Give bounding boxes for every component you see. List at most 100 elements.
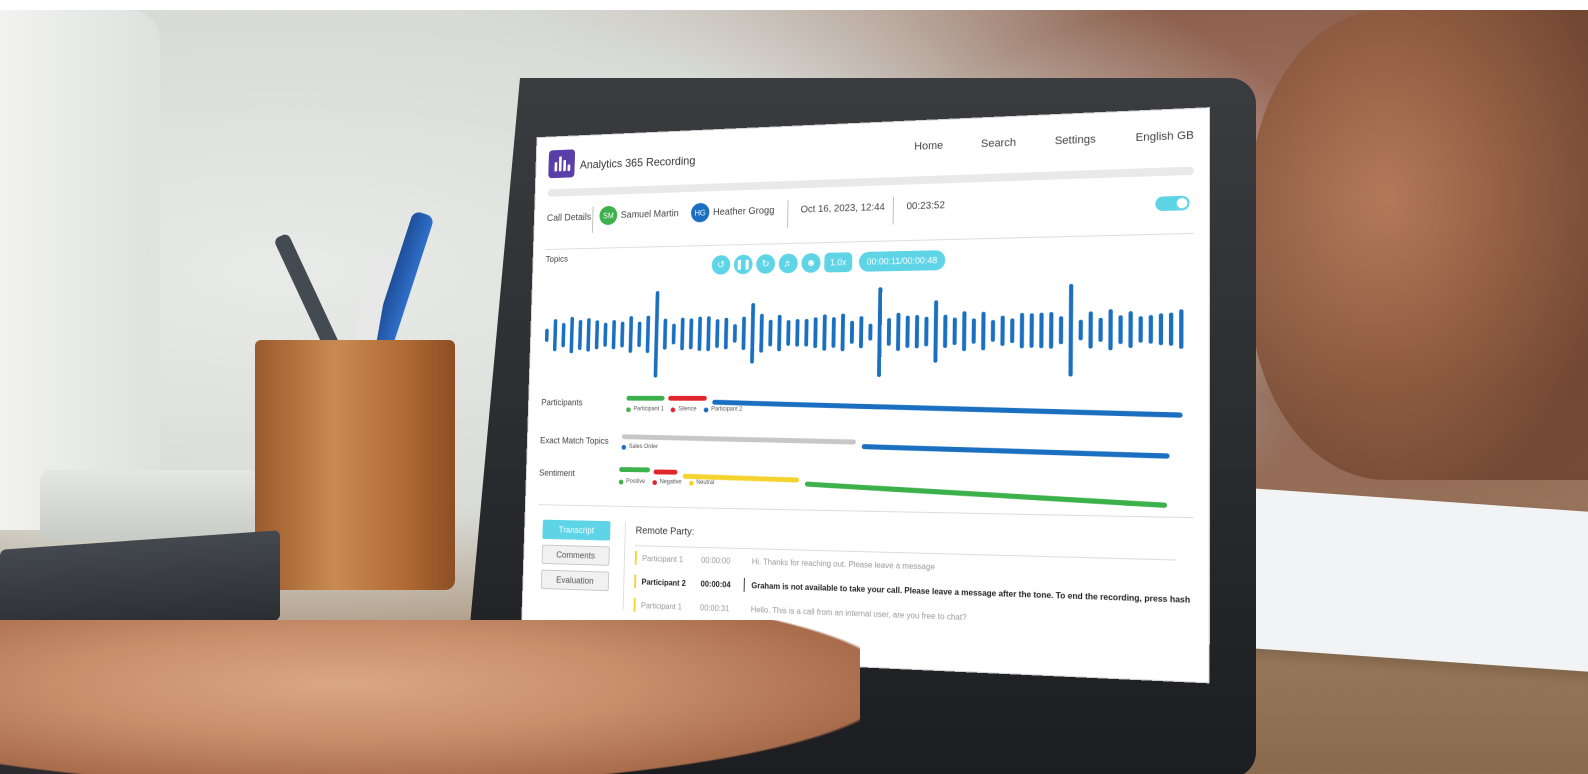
exact-match-legend: Sales Order xyxy=(621,444,658,450)
waveform-bar xyxy=(723,317,729,350)
divider xyxy=(622,521,626,610)
speaker-marker xyxy=(634,550,637,565)
waveform-bar xyxy=(858,316,864,349)
waveform-bar xyxy=(1158,313,1164,346)
timestamp[interactable]: 00:00:31 xyxy=(700,603,729,613)
divider xyxy=(538,504,1194,519)
track-segment[interactable] xyxy=(653,469,678,475)
divider xyxy=(787,200,789,228)
waveform-bar xyxy=(1049,312,1054,349)
waveform-bar xyxy=(671,323,676,345)
legend-item: Participant 2 xyxy=(703,407,742,413)
waveform-bar xyxy=(971,318,976,344)
add-participant-icon[interactable]: ☻ xyxy=(801,252,821,273)
timestamp[interactable]: 00:00:04 xyxy=(700,580,730,590)
exact-match-topics-label: Exact Match Topics xyxy=(539,435,609,446)
waveform-bar xyxy=(924,316,929,347)
legend-item: Participant 1 xyxy=(626,406,664,412)
participant-name: Samuel Martin xyxy=(620,208,679,221)
background-person xyxy=(1250,10,1588,480)
avatar: HG xyxy=(690,202,710,223)
waveform-bar xyxy=(1108,309,1113,351)
divider xyxy=(591,206,594,233)
waveform-bar xyxy=(637,321,642,348)
top-margin xyxy=(0,0,1588,10)
waveform-bar xyxy=(732,324,737,343)
waveform-bar xyxy=(886,318,892,346)
waveform-bar xyxy=(1138,316,1143,343)
legend-item: Negative xyxy=(652,479,682,486)
legend-item: Sales Order xyxy=(621,444,658,450)
waveform-bar xyxy=(645,315,651,354)
waveform-bar xyxy=(813,317,818,349)
waveform-bar xyxy=(552,319,558,352)
top-nav: Home Search Settings English GB xyxy=(914,129,1194,152)
waveform-bar xyxy=(867,323,872,341)
waveform-bar xyxy=(611,319,617,350)
track-segment[interactable] xyxy=(668,395,707,401)
waveform-bar xyxy=(831,317,836,348)
track-segment[interactable] xyxy=(626,395,665,401)
pause-icon[interactable]: ❚❚ xyxy=(733,254,753,275)
track-segment[interactable] xyxy=(804,481,1168,509)
waveform-bar xyxy=(662,318,668,350)
track-segment[interactable] xyxy=(619,467,651,473)
call-duration: 00:23:52 xyxy=(906,200,945,213)
waveform-bar xyxy=(603,322,608,347)
transcript-heading: Remote Party: xyxy=(635,525,695,538)
waveform-bar xyxy=(952,317,957,346)
audio-waveform[interactable] xyxy=(538,274,1200,390)
divider xyxy=(892,196,894,225)
rewind-icon[interactable]: ↺ xyxy=(711,255,731,275)
transcript-tabs: Transcript Comments Evaluation xyxy=(540,519,611,592)
background-papers xyxy=(1240,487,1588,673)
legend-item: Positive xyxy=(618,479,645,485)
waveform-bar xyxy=(895,312,901,352)
waveform-bar xyxy=(804,318,809,347)
playback-speed-button[interactable]: 1.0x xyxy=(824,252,853,273)
utterance: Graham is not available to take your cal… xyxy=(751,581,1191,605)
details-toggle[interactable] xyxy=(1155,195,1190,212)
call-details-label: Call Details xyxy=(546,212,592,224)
nav-settings[interactable]: Settings xyxy=(1055,133,1096,147)
legend-item: Neutral xyxy=(688,480,714,486)
avatar: SM xyxy=(599,205,618,226)
waveform-bar xyxy=(933,300,939,363)
forward-icon[interactable]: ↻ xyxy=(756,254,776,274)
waveform-bar xyxy=(688,318,694,350)
topics-label: Topics xyxy=(545,254,569,264)
speaker: Participant 1 xyxy=(642,554,684,565)
waveform-bar xyxy=(1019,312,1025,349)
tab-transcript[interactable]: Transcript xyxy=(542,519,611,541)
waveform-bar xyxy=(569,316,575,354)
waveform-bar xyxy=(697,316,703,352)
participants-legend: Participant 1 Silence Participant 2 xyxy=(626,406,742,413)
tab-comments[interactable]: Comments xyxy=(541,544,610,566)
tab-evaluation[interactable]: Evaluation xyxy=(540,569,610,592)
waveform-bar xyxy=(1029,313,1034,348)
volume-icon[interactable]: ♬ xyxy=(778,253,798,274)
legend-item: Silence xyxy=(670,407,696,412)
waveform-bar xyxy=(1039,312,1044,349)
nav-home[interactable]: Home xyxy=(914,140,943,153)
track-segment[interactable] xyxy=(621,434,857,445)
foreground-hands xyxy=(0,620,860,774)
nav-search[interactable]: Search xyxy=(981,137,1016,150)
player-controls: ↺ ❚❚ ↻ ♬ ☻ 1.0x 00:00:11/00:00:48 xyxy=(711,249,946,276)
waveform-bar xyxy=(1168,312,1174,346)
track-segment[interactable] xyxy=(712,399,1183,418)
waveform-bar xyxy=(1068,283,1074,377)
track-segment[interactable] xyxy=(861,444,1170,459)
background-pen-cup xyxy=(255,340,455,590)
waveform-bar xyxy=(759,313,764,353)
waveform-bar xyxy=(943,314,948,349)
speaker: Participant 1 xyxy=(640,601,682,612)
laptop-screen: Analytics 365 Recording Home Search Sett… xyxy=(520,107,1211,684)
waveform-bar xyxy=(1078,319,1083,341)
timestamp[interactable]: 00:00:00 xyxy=(701,556,730,566)
waveform-bar xyxy=(750,303,756,364)
sentiment-label: Sentiment xyxy=(538,467,575,479)
waveform-bar xyxy=(990,319,996,342)
language-selector[interactable]: English GB xyxy=(1136,129,1194,144)
waveform-bar xyxy=(822,314,827,351)
